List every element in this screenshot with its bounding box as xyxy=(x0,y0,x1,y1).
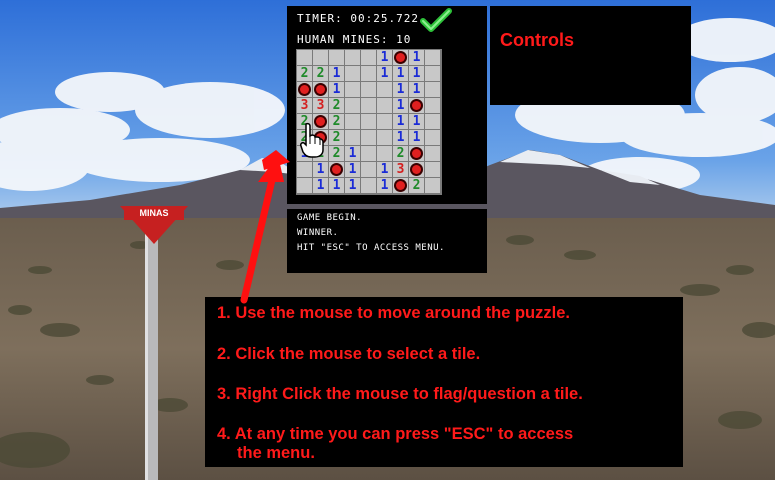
empty-tile[interactable] xyxy=(345,114,360,129)
empty-tile[interactable] xyxy=(361,114,376,129)
number-tile[interactable]: 1 xyxy=(393,130,408,145)
timer-readout: TIMER: 00:25.722 xyxy=(297,12,419,25)
number-tile[interactable]: 2 xyxy=(313,66,328,81)
empty-tile[interactable] xyxy=(361,98,376,113)
checkmark-icon xyxy=(420,8,452,32)
number-tile[interactable]: 1 xyxy=(313,178,328,193)
empty-tile[interactable] xyxy=(297,178,312,193)
empty-tile[interactable] xyxy=(425,146,440,161)
instruction-step-4: 4. At any time you can press "ESC" to ac… xyxy=(217,425,574,443)
empty-tile[interactable] xyxy=(297,162,312,177)
number-tile[interactable]: 1 xyxy=(393,66,408,81)
mine-tile[interactable] xyxy=(313,82,328,97)
number-tile[interactable]: 1 xyxy=(393,114,408,129)
number-tile[interactable]: 2 xyxy=(297,66,312,81)
number-tile[interactable]: 1 xyxy=(377,162,392,177)
empty-tile[interactable] xyxy=(361,66,376,81)
instructions-panel: 1. Use the mouse to move around the puzz… xyxy=(205,297,683,467)
number-tile[interactable]: 1 xyxy=(329,66,344,81)
empty-tile[interactable] xyxy=(361,82,376,97)
empty-tile[interactable] xyxy=(377,146,392,161)
number-tile[interactable]: 2 xyxy=(329,98,344,113)
empty-tile[interactable] xyxy=(377,114,392,129)
empty-tile[interactable] xyxy=(425,50,440,65)
message-log-panel: GAME BEGIN. WINNER. HIT "ESC" TO ACCESS … xyxy=(287,209,487,273)
number-tile[interactable]: 2 xyxy=(329,130,344,145)
instruction-step-1: 1. Use the mouse to move around the puzz… xyxy=(217,304,570,322)
log-line: GAME BEGIN. xyxy=(297,213,363,223)
mine-tile[interactable] xyxy=(409,162,424,177)
empty-tile[interactable] xyxy=(361,146,376,161)
controls-title: Controls xyxy=(500,30,574,50)
empty-tile[interactable] xyxy=(345,98,360,113)
number-tile[interactable]: 1 xyxy=(345,178,360,193)
log-line: HIT "ESC" TO ACCESS MENU. xyxy=(297,243,445,253)
mine-tile[interactable] xyxy=(409,98,424,113)
instruction-step-4-continued: the menu. xyxy=(237,444,315,462)
empty-tile[interactable] xyxy=(425,114,440,129)
number-tile[interactable]: 1 xyxy=(329,82,344,97)
minas-sign-label: MINAS xyxy=(139,208,169,218)
empty-tile[interactable] xyxy=(361,130,376,145)
number-tile[interactable]: 1 xyxy=(377,178,392,193)
empty-tile[interactable] xyxy=(361,50,376,65)
number-tile[interactable]: 1 xyxy=(409,82,424,97)
empty-tile[interactable] xyxy=(425,66,440,81)
empty-tile[interactable] xyxy=(345,50,360,65)
instruction-step-2: 2. Click the mouse to select a tile. xyxy=(217,345,481,363)
empty-tile[interactable] xyxy=(425,178,440,193)
number-tile[interactable]: 1 xyxy=(377,50,392,65)
number-tile[interactable]: 3 xyxy=(313,98,328,113)
empty-tile[interactable] xyxy=(425,130,440,145)
mine-tile[interactable] xyxy=(409,146,424,161)
number-tile[interactable]: 1 xyxy=(345,146,360,161)
number-tile[interactable]: 1 xyxy=(329,178,344,193)
empty-tile[interactable] xyxy=(361,178,376,193)
mine-counter: HUMAN MINES: 10 xyxy=(297,33,412,46)
empty-tile[interactable] xyxy=(345,66,360,81)
empty-tile[interactable] xyxy=(345,130,360,145)
number-tile[interactable]: 3 xyxy=(393,162,408,177)
mine-tile[interactable] xyxy=(393,50,408,65)
empty-tile[interactable] xyxy=(425,98,440,113)
number-tile[interactable]: 2 xyxy=(329,146,344,161)
number-tile[interactable]: 2 xyxy=(393,146,408,161)
number-tile[interactable]: 1 xyxy=(345,162,360,177)
number-tile[interactable]: 2 xyxy=(409,178,424,193)
game-panel: TIMER: 00:25.722 HUMAN MINES: 10 1122111… xyxy=(287,6,487,204)
controls-panel: Controls xyxy=(490,6,691,105)
empty-tile[interactable] xyxy=(361,162,376,177)
empty-tile[interactable] xyxy=(329,50,344,65)
number-tile[interactable]: 1 xyxy=(409,50,424,65)
number-tile[interactable]: 3 xyxy=(297,98,312,113)
empty-tile[interactable] xyxy=(313,50,328,65)
number-tile[interactable]: 1 xyxy=(409,114,424,129)
number-tile[interactable]: 2 xyxy=(329,114,344,129)
log-line: WINNER. xyxy=(297,228,339,238)
mine-tile[interactable] xyxy=(329,162,344,177)
mine-tile[interactable] xyxy=(393,178,408,193)
empty-tile[interactable] xyxy=(425,162,440,177)
empty-tile[interactable] xyxy=(425,82,440,97)
mine-tile[interactable] xyxy=(297,82,312,97)
number-tile[interactable]: 1 xyxy=(393,82,408,97)
empty-tile[interactable] xyxy=(377,130,392,145)
empty-tile[interactable] xyxy=(297,50,312,65)
number-tile[interactable]: 1 xyxy=(409,130,424,145)
number-tile[interactable]: 1 xyxy=(393,98,408,113)
number-tile[interactable]: 1 xyxy=(377,66,392,81)
empty-tile[interactable] xyxy=(377,98,392,113)
number-tile[interactable]: 1 xyxy=(409,66,424,81)
number-tile[interactable]: 1 xyxy=(313,162,328,177)
hand-cursor-icon xyxy=(300,122,324,158)
empty-tile[interactable] xyxy=(345,82,360,97)
empty-tile[interactable] xyxy=(377,82,392,97)
instruction-step-3: 3. Right Click the mouse to flag/questio… xyxy=(217,385,583,403)
